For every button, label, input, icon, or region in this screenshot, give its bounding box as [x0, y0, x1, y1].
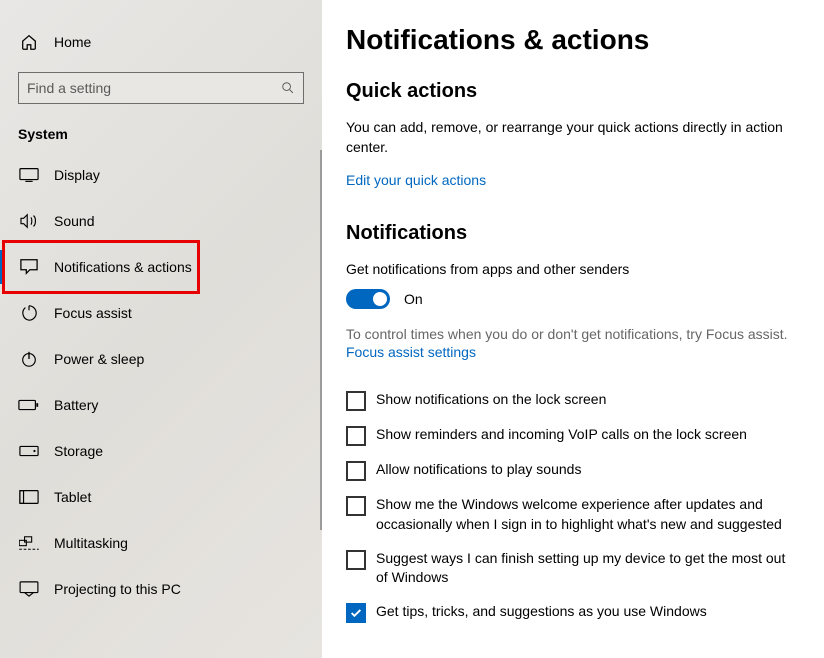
sidebar-item-notifications[interactable]: Notifications & actions: [0, 244, 322, 290]
sidebar-item-label: Battery: [54, 397, 98, 413]
checkbox[interactable]: [346, 496, 366, 516]
check-tips-tricks[interactable]: Get tips, tricks, and suggestions as you…: [346, 602, 796, 623]
sidebar-item-focus-assist[interactable]: Focus assist: [0, 290, 322, 336]
checkbox-label: Show reminders and incoming VoIP calls o…: [376, 425, 747, 445]
search-icon: [281, 81, 295, 95]
sidebar-item-display[interactable]: Display: [0, 152, 322, 198]
settings-content: Notifications & actions Quick actions Yo…: [322, 0, 824, 658]
notifications-heading: Notifications: [346, 222, 796, 245]
sidebar-item-power-sleep[interactable]: Power & sleep: [0, 336, 322, 382]
home-label: Home: [54, 34, 91, 50]
sidebar-item-label: Multitasking: [54, 535, 128, 551]
home-icon: [18, 33, 40, 51]
check-finish-setup[interactable]: Suggest ways I can finish setting up my …: [346, 549, 796, 588]
sidebar-scrollbar[interactable]: [320, 150, 322, 530]
notifications-toggle[interactable]: [346, 289, 390, 309]
sidebar-section-title: System: [0, 114, 322, 152]
display-icon: [18, 167, 40, 183]
checkbox[interactable]: [346, 603, 366, 623]
power-icon: [18, 350, 40, 368]
multitasking-icon: [18, 535, 40, 551]
quick-actions-heading: Quick actions: [346, 80, 796, 103]
sidebar-item-label: Projecting to this PC: [54, 581, 181, 597]
sound-icon: [18, 213, 40, 229]
sidebar-item-projecting[interactable]: Projecting to this PC: [0, 566, 322, 612]
sidebar-item-battery[interactable]: Battery: [0, 382, 322, 428]
checkbox[interactable]: [346, 461, 366, 481]
checkbox-label: Allow notifications to play sounds: [376, 460, 581, 480]
sidebar-item-label: Sound: [54, 213, 94, 229]
notifications-icon: [18, 258, 40, 276]
sidebar-item-label: Power & sleep: [54, 351, 144, 367]
sidebar-item-label: Notifications & actions: [54, 259, 192, 275]
check-play-sounds[interactable]: Allow notifications to play sounds: [346, 460, 796, 481]
sidebar-item-label: Display: [54, 167, 100, 183]
sidebar-item-tablet[interactable]: Tablet: [0, 474, 322, 520]
projecting-icon: [18, 581, 40, 597]
sidebar-item-sound[interactable]: Sound: [0, 198, 322, 244]
search-input[interactable]: [27, 80, 281, 96]
page-title: Notifications & actions: [346, 24, 796, 56]
sidebar-item-label: Storage: [54, 443, 103, 459]
focus-assist-icon: [18, 304, 40, 322]
battery-icon: [18, 398, 40, 412]
focus-assist-desc: To control times when you do or don't ge…: [346, 325, 796, 345]
check-reminders-voip[interactable]: Show reminders and incoming VoIP calls o…: [346, 425, 796, 446]
sidebar-item-label: Focus assist: [54, 305, 132, 321]
checkbox[interactable]: [346, 550, 366, 570]
checkbox-label: Get tips, tricks, and suggestions as you…: [376, 602, 707, 622]
check-lock-screen[interactable]: Show notifications on the lock screen: [346, 390, 796, 411]
tablet-icon: [18, 489, 40, 505]
checkbox-label: Show me the Windows welcome experience a…: [376, 495, 796, 534]
home-nav[interactable]: Home: [0, 22, 322, 62]
checkbox[interactable]: [346, 391, 366, 411]
checkbox[interactable]: [346, 426, 366, 446]
storage-icon: [18, 443, 40, 459]
settings-sidebar: Home System Display Sound Notifications …: [0, 0, 322, 658]
notifications-toggle-state: On: [404, 291, 423, 307]
checkbox-label: Suggest ways I can finish setting up my …: [376, 549, 796, 588]
edit-quick-actions-link[interactable]: Edit your quick actions: [346, 172, 486, 188]
sidebar-item-label: Tablet: [54, 489, 91, 505]
sidebar-item-storage[interactable]: Storage: [0, 428, 322, 474]
quick-actions-desc: You can add, remove, or rearrange your q…: [346, 117, 786, 158]
focus-assist-link[interactable]: Focus assist settings: [346, 344, 476, 360]
check-welcome-experience[interactable]: Show me the Windows welcome experience a…: [346, 495, 796, 534]
notifications-toggle-label: Get notifications from apps and other se…: [346, 259, 786, 279]
search-wrap: [0, 62, 322, 114]
sidebar-item-multitasking[interactable]: Multitasking: [0, 520, 322, 566]
checkbox-label: Show notifications on the lock screen: [376, 390, 606, 410]
search-box[interactable]: [18, 72, 304, 104]
